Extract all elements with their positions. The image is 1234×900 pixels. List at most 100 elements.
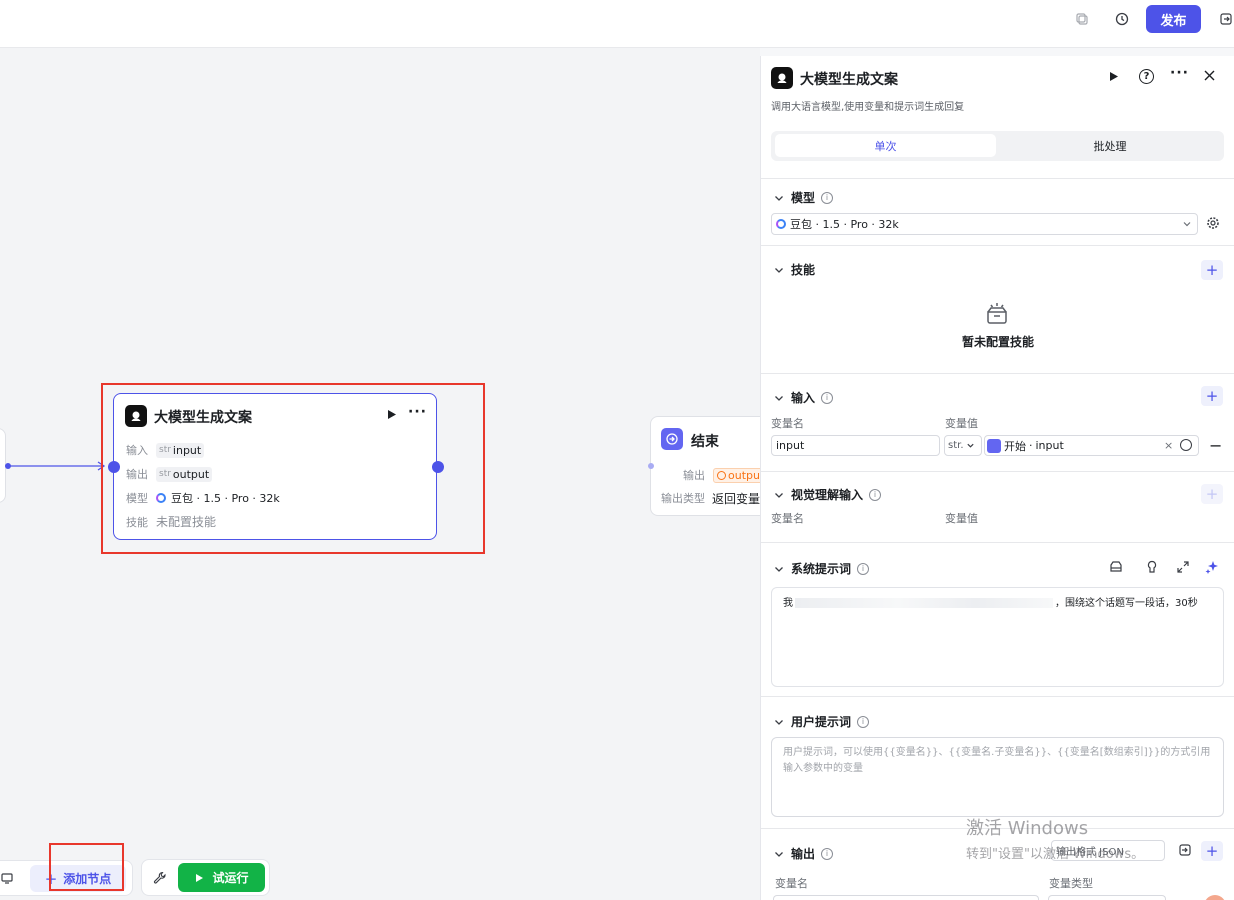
skills-header[interactable]: 技能	[773, 261, 815, 278]
wrench-icon[interactable]	[153, 871, 167, 888]
end-node-input-port[interactable]	[648, 463, 654, 469]
end-node-row-type: 输出类型 返回变量	[661, 492, 761, 506]
input-col-value: 变量值	[945, 417, 978, 430]
info-icon: i	[857, 562, 870, 575]
settings-icon[interactable]	[1206, 216, 1220, 233]
system-prompt-editor[interactable]: 我，围绕这个话题写一段话，30秒	[771, 587, 1224, 687]
llm-node-row-input: 输入 str input	[126, 442, 205, 458]
canvas-toolbar-right: 试运行	[141, 859, 270, 896]
import-icon[interactable]	[1178, 843, 1192, 860]
copy-icon[interactable]	[1068, 5, 1096, 33]
vision-col-value: 变量值	[945, 512, 978, 525]
section-output: 输出 i 输出格式 JSON + 变量名 变量类型	[761, 828, 1234, 900]
info-icon: i	[857, 715, 870, 728]
tab-single[interactable]: 单次	[775, 134, 996, 157]
info-icon: i	[821, 847, 834, 860]
chevron-down-icon	[775, 566, 783, 572]
llm-node-output-port[interactable]	[432, 461, 444, 473]
info-icon: i	[821, 191, 834, 204]
section-system-prompt: 系统提示词 i 我，围绕这个话题写一段话，30秒	[761, 542, 1234, 697]
input-col-name: 变量名	[771, 417, 804, 430]
end-node-row-output: 输出 outpu	[683, 467, 764, 483]
input-value-reference[interactable]: 开始 · input ×	[984, 435, 1199, 456]
expand-icon[interactable]	[1176, 560, 1190, 577]
section-user-prompt: 用户提示词 i 用户提示词，可以使用{{变量名}}、{{变量名.子变量名}}、{{…	[761, 696, 1234, 828]
add-input-button[interactable]: +	[1201, 386, 1223, 406]
chevron-down-icon	[775, 492, 783, 498]
history-icon[interactable]	[1108, 5, 1136, 33]
llm-node-row-output: 输出 str output	[126, 466, 213, 482]
panel-title: 大模型生成文案	[800, 72, 898, 88]
panel-description: 调用大语言模型,使用变量和提示词生成回复	[771, 102, 965, 113]
help-icon[interactable]: ?	[1139, 69, 1154, 84]
end-node-title: 结束	[691, 434, 719, 450]
run-icon[interactable]	[1108, 71, 1119, 85]
run-node-icon[interactable]	[386, 409, 397, 423]
mode-tabs: 单次 批处理	[771, 131, 1224, 161]
end-node-icon	[661, 428, 683, 450]
output-type-field[interactable]	[1048, 895, 1166, 900]
user-prompt-editor[interactable]: 用户提示词，可以使用{{变量名}}、{{变量名.子变量名}}、{{变量名[数组索…	[771, 737, 1224, 817]
add-output-button[interactable]: +	[1201, 841, 1223, 861]
top-bar: 发布	[0, 0, 1234, 48]
output-col-name: 变量名	[775, 877, 808, 890]
model-select[interactable]: 豆包 · 1.5 · Pro · 32k	[771, 213, 1198, 235]
ai-sparkle-icon[interactable]	[1205, 560, 1219, 577]
model-header[interactable]: 模型 i	[773, 189, 834, 206]
inputs-header[interactable]: 输入 i	[773, 389, 834, 406]
tab-batch[interactable]: 批处理	[1000, 134, 1220, 157]
more-icon[interactable]: ···	[1170, 65, 1189, 81]
system-prompt-header[interactable]: 系统提示词 i	[773, 560, 870, 577]
info-icon: i	[869, 488, 882, 501]
variable-picker-icon[interactable]	[1180, 439, 1192, 451]
chevron-down-icon	[966, 443, 974, 448]
warning-icon	[717, 470, 726, 480]
llm-node-input-port[interactable]	[108, 461, 120, 473]
play-icon	[196, 873, 204, 882]
clear-icon[interactable]: ×	[1164, 439, 1173, 452]
chevron-down-icon	[775, 719, 783, 725]
avatar[interactable]	[1204, 895, 1226, 900]
more-icon[interactable]: ···	[408, 404, 427, 420]
add-vision-input-button[interactable]: +	[1201, 484, 1223, 504]
section-vision-input: 视觉理解输入 i + 变量名 变量值	[761, 471, 1234, 543]
node-config-panel: 大模型生成文案 ? ··· 调用大语言模型,使用变量和提示词生成回复 单次 批处…	[760, 56, 1234, 900]
input-type-select[interactable]: str.	[944, 435, 982, 456]
workflow-canvas[interactable]: 大模型生成文案 ··· 输入 str input 输出 str output 模型 …	[0, 48, 780, 900]
doubao-icon	[156, 493, 166, 503]
llm-node[interactable]: 大模型生成文案 ··· 输入 str input 输出 str output 模型 …	[113, 393, 437, 540]
remove-input-button[interactable]: −	[1209, 436, 1222, 455]
llm-node-row-skills: 技能 未配置技能	[126, 515, 217, 529]
output-header[interactable]: 输出 i	[773, 845, 834, 862]
llm-node-row-model: 模型 豆包 · 1.5 · Pro · 32k	[126, 492, 280, 505]
output-name-field[interactable]	[773, 895, 1039, 900]
close-icon[interactable]	[1204, 70, 1215, 84]
info-icon: i	[821, 391, 834, 404]
export-icon[interactable]	[1212, 5, 1234, 33]
redacted-text-block	[795, 598, 1053, 608]
vision-input-header[interactable]: 视觉理解输入 i	[773, 486, 882, 503]
highlight-box-add-node	[49, 843, 124, 891]
chevron-down-icon	[775, 195, 783, 201]
test-run-button[interactable]: 试运行	[178, 863, 265, 892]
input-name-field[interactable]: input	[771, 435, 940, 456]
layout-icon[interactable]	[1, 872, 13, 887]
section-model: 模型 i 豆包 · 1.5 · Pro · 32k	[761, 178, 1234, 245]
output-format-select[interactable]: 输出格式 JSON	[1051, 840, 1165, 861]
panel-llm-icon	[771, 67, 793, 89]
prompt-library-icon[interactable]	[1109, 560, 1123, 577]
chevron-down-icon	[775, 395, 783, 401]
output-col-type: 变量类型	[1049, 877, 1093, 890]
user-prompt-header[interactable]: 用户提示词 i	[773, 713, 870, 730]
start-node-ref-icon	[987, 438, 1001, 453]
section-inputs: 输入 i + 变量名 变量值 input str. 开始 · input × −	[761, 373, 1234, 471]
vision-col-name: 变量名	[771, 512, 804, 525]
llm-node-title: 大模型生成文案	[154, 410, 252, 426]
empty-box-icon	[984, 300, 1010, 329]
chevron-down-icon	[775, 267, 783, 273]
add-skill-button[interactable]: +	[1201, 260, 1223, 280]
chevron-down-icon	[1183, 222, 1191, 227]
publish-button[interactable]: 发布	[1146, 5, 1201, 33]
chevron-down-icon	[775, 851, 783, 857]
pin-icon[interactable]	[1145, 560, 1159, 577]
